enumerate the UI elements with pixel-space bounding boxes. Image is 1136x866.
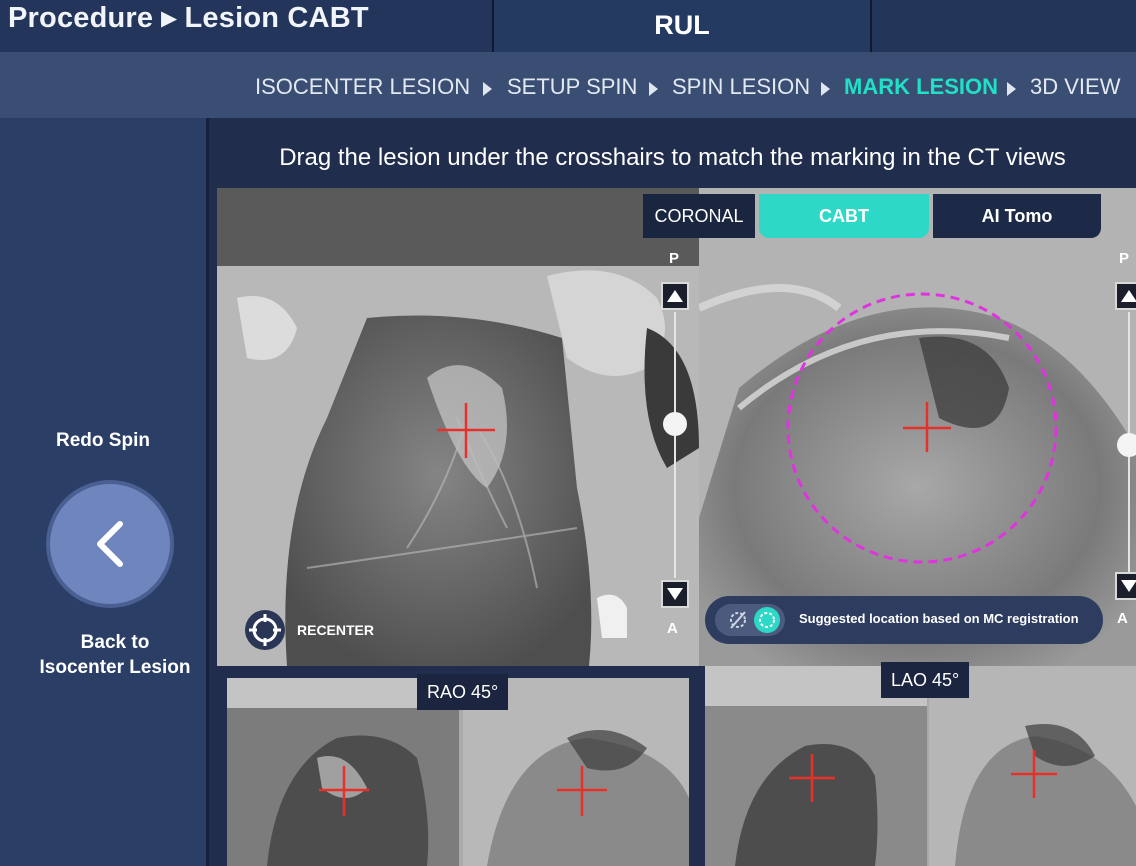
slider-down-button[interactable] [661, 580, 689, 608]
top-bar: Procedure ▸ Lesion CABT RUL [0, 0, 1136, 52]
back-label-line1: Back to [80, 632, 150, 653]
suggested-location-toggle-bar: Suggested location based on MC registrat… [705, 596, 1103, 644]
procedure-title: Procedure ▸ Lesion CABT [8, 2, 369, 34]
ct-coronal-image [217, 188, 699, 666]
slider-thumb[interactable] [663, 411, 687, 436]
rao-label: RAO 45° [417, 674, 509, 710]
slider-top-label: P [1119, 250, 1130, 267]
procedure-title-cell: Procedure ▸ Lesion CABT [0, 0, 488, 52]
lao-label: LAO 45° [881, 662, 970, 698]
slider-track[interactable] [674, 312, 676, 578]
slider-bottom-label: A [1117, 610, 1128, 627]
crosshair-target-icon [245, 610, 285, 650]
slider-up-button[interactable] [1115, 282, 1136, 310]
recenter-label: RECENTER [297, 622, 375, 638]
top-right-cell [872, 0, 1136, 52]
step-arrow-icon [821, 82, 830, 96]
step-setup-spin[interactable]: SETUP SPIN [507, 74, 637, 100]
tab-ai-tomo[interactable]: AI Tomo [933, 194, 1101, 238]
back-button[interactable] [50, 484, 170, 604]
airway-label: RUL [654, 10, 710, 40]
step-isocenter-lesion[interactable]: ISOCENTER LESION [255, 74, 470, 100]
main-content: Drag the lesion under the crosshairs to … [209, 118, 1136, 866]
slider-up-button[interactable] [661, 282, 689, 310]
triangle-up-icon [667, 290, 683, 302]
triangle-down-icon [1121, 580, 1136, 592]
chevron-left-icon [97, 521, 123, 567]
coronal-label: CORONAL [643, 194, 755, 238]
step-mark-lesion[interactable]: MARK LESION [844, 74, 998, 100]
cabt-view[interactable]: P A [699, 188, 1136, 666]
step-spin-lesion[interactable]: SPIN LESION [672, 74, 810, 100]
cabt-image [699, 188, 1136, 666]
slider-top-label: P [669, 250, 680, 267]
ct-coronal-view[interactable]: P A RECENTER [217, 188, 699, 666]
triangle-up-icon [1121, 290, 1136, 302]
suggested-location-label: Suggested location based on MC registrat… [799, 611, 1079, 626]
step-arrow-icon [649, 82, 658, 96]
airway-label-cell: RUL [492, 0, 872, 52]
back-button-label: Back to Isocenter Lesion [0, 630, 230, 680]
triangle-down-icon [667, 588, 683, 600]
suggestion-toggle[interactable] [715, 604, 785, 636]
step-3d-view[interactable]: 3D VIEW [1030, 74, 1120, 100]
slider-down-button[interactable] [1115, 572, 1136, 600]
step-arrow-icon [1007, 82, 1016, 96]
workflow-steps: ISOCENTER LESION SETUP SPIN SPIN LESION … [0, 52, 1136, 118]
tab-cabt[interactable]: CABT [759, 194, 929, 238]
instruction-text: Drag the lesion under the crosshairs to … [279, 144, 1066, 171]
slider-bottom-label: A [667, 620, 678, 637]
redo-spin-label[interactable]: Redo Spin [0, 430, 206, 452]
slider-thumb[interactable] [1117, 433, 1136, 457]
step-arrow-icon [483, 82, 492, 96]
toggle-knob [754, 607, 780, 633]
back-label-line2: Isocenter Lesion [39, 657, 191, 678]
sidebar: Redo Spin Back to Isocenter Lesion [0, 118, 209, 866]
